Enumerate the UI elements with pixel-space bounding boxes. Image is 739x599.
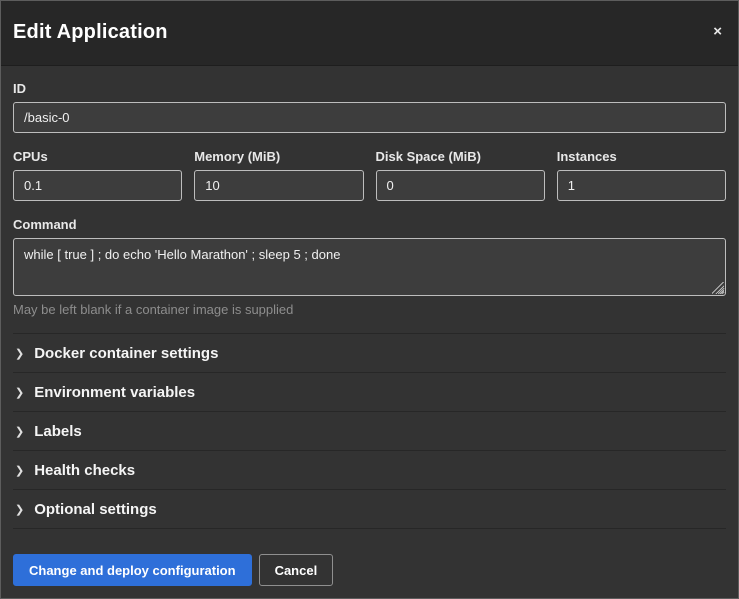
command-textarea[interactable]: while [ true ] ; do echo 'Hello Marathon…	[13, 238, 726, 296]
modal-footer: Change and deploy configuration Cancel	[1, 542, 738, 598]
section-label: Health checks	[34, 462, 135, 479]
disk-space-input[interactable]	[376, 170, 545, 201]
instances-input[interactable]	[557, 170, 726, 201]
change-and-deploy-button[interactable]: Change and deploy configuration	[13, 554, 252, 586]
section-label: Optional settings	[34, 501, 157, 518]
section-label: Docker container settings	[34, 345, 218, 362]
command-label: Command	[13, 217, 726, 232]
cpus-label: CPUs	[13, 149, 182, 164]
command-textarea-wrap: while [ true ] ; do echo 'Hello Marathon…	[13, 238, 726, 296]
chevron-right-icon: ❯	[15, 388, 24, 399]
memory-field-group: Memory (MiB)	[194, 149, 363, 201]
section-label: Environment variables	[34, 384, 195, 401]
instances-label: Instances	[557, 149, 726, 164]
cpus-field-group: CPUs	[13, 149, 182, 201]
id-label: ID	[13, 81, 726, 96]
modal-title: Edit Application	[13, 20, 168, 44]
memory-label: Memory (MiB)	[194, 149, 363, 164]
modal-body: ID CPUs Memory (MiB) Disk Space (MiB) In…	[1, 66, 738, 542]
section-health-checks[interactable]: ❯ Health checks	[13, 450, 726, 489]
close-icon[interactable]: ×	[711, 20, 724, 43]
disk-space-label: Disk Space (MiB)	[376, 149, 545, 164]
section-docker-container-settings[interactable]: ❯ Docker container settings	[13, 333, 726, 372]
chevron-right-icon: ❯	[15, 505, 24, 516]
cpus-input[interactable]	[13, 170, 182, 201]
section-optional-settings[interactable]: ❯ Optional settings	[13, 489, 726, 528]
command-help-text: May be left blank if a container image i…	[13, 302, 726, 317]
chevron-right-icon: ❯	[15, 466, 24, 477]
section-label: Labels	[34, 423, 82, 440]
section-environment-variables[interactable]: ❯ Environment variables	[13, 372, 726, 411]
cancel-button[interactable]: Cancel	[259, 554, 334, 586]
disk-field-group: Disk Space (MiB)	[376, 149, 545, 201]
chevron-right-icon: ❯	[15, 349, 24, 360]
id-field-group: ID	[13, 81, 726, 133]
memory-input[interactable]	[194, 170, 363, 201]
chevron-right-icon: ❯	[15, 427, 24, 438]
collapsible-sections: ❯ Docker container settings ❯ Environmen…	[13, 333, 726, 529]
modal-header: Edit Application ×	[1, 1, 738, 66]
id-input[interactable]	[13, 102, 726, 133]
edit-application-modal: Edit Application × ID CPUs Memory (MiB) …	[0, 0, 739, 599]
instances-field-group: Instances	[557, 149, 726, 201]
section-labels[interactable]: ❯ Labels	[13, 411, 726, 450]
command-field-group: Command while [ true ] ; do echo 'Hello …	[13, 217, 726, 317]
resources-field-row: CPUs Memory (MiB) Disk Space (MiB) Insta…	[13, 149, 726, 201]
